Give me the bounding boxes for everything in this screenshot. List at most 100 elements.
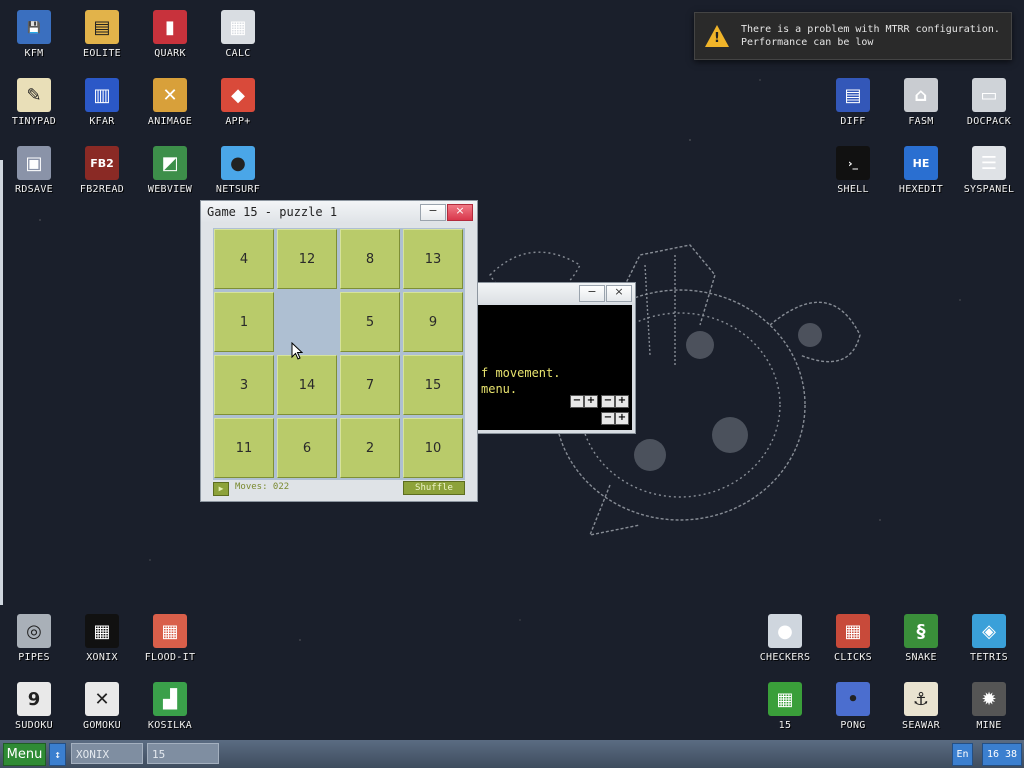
desktop-icon-shell[interactable]: ›_ SHELL [819,142,887,208]
flood-grid-icon: ▦ [153,614,187,648]
console-titlebar[interactable]: − × [475,283,635,303]
game15-status-bar: ▶ Moves: 022 Shuffle [213,481,465,496]
puzzle-tile-7[interactable]: 7 [340,355,400,415]
desktop-icon-docpack[interactable]: ▭ DOCPACK [955,74,1023,140]
desktop-icon-kosilka[interactable]: ▟ KOSILKA [136,678,204,744]
desktop-icon-fasm[interactable]: ⌂ FASM [887,74,955,140]
grid15-icon: ▦ [768,682,802,716]
console-minus-button-2[interactable]: − [601,395,615,408]
console-window[interactable]: − × f movement. menu. − + − + − + [474,282,636,434]
task-switch-arrow-button[interactable]: ↕ [49,743,66,766]
desktop-icon-xonix[interactable]: ▦ XONIX [68,610,136,676]
puzzle-tile-2[interactable]: 2 [340,418,400,478]
desktop-icon-checkers[interactable]: ● CHECKERS [751,610,819,676]
desktop-icon-label: FASM [908,116,934,127]
console-body: f movement. menu. − + − + − + [478,305,632,430]
puzzle-tile-9[interactable]: 9 [403,292,463,352]
desktop-icon-seawar[interactable]: ⚓ SEAWAR [887,678,955,744]
desktop-icon-label: SNAKE [905,652,937,663]
desktop-icon-kfar[interactable]: ▥ KFAR [68,74,136,140]
desktop-icon-label: RDSAVE [15,184,53,195]
desktop-icon-15[interactable]: ▦ 15 [751,678,819,744]
console-plus-button-1[interactable]: + [584,395,598,408]
puzzle-tile-11[interactable]: 11 [214,418,274,478]
keyboard-layout-indicator[interactable]: En [952,743,973,766]
cabinet-icon: ▭ [972,78,1006,112]
desktop-icon-webview[interactable]: ◩ WEBVIEW [136,142,204,208]
desktop-icon-label: MINE [976,720,1002,731]
desktop-icon-mine[interactable]: ✹ MINE [955,678,1023,744]
desktop-icon-label: TINYPAD [11,116,57,127]
desktop-icon-flood-it[interactable]: ▦ FLOOD-IT [136,610,204,676]
console-minus-button-1[interactable]: − [570,395,584,408]
snake-icon: § [904,614,938,648]
desktop-icon-gomoku[interactable]: ✕ GOMOKU [68,678,136,744]
game15-close-button[interactable]: × [447,204,473,221]
sudoku-icon: 9 [17,682,51,716]
desktop-icon-label: DIFF [840,116,866,127]
notepad-icon: ✎ [17,78,51,112]
puzzle-tile-13[interactable]: 13 [403,229,463,289]
desktop-icon-rdsave[interactable]: ▣ RDSAVE [0,142,68,208]
puzzle-tile-6[interactable]: 6 [277,418,337,478]
desktop-icon-kfm[interactable]: 💾 KFM [0,6,68,72]
shuffle-button[interactable]: Shuffle [403,481,465,495]
fb2-book-icon: FB2 [85,146,119,180]
puzzle-tile-14[interactable]: 14 [277,355,337,415]
puzzle-tile-15[interactable]: 15 [403,355,463,415]
puzzle-tile-3[interactable]: 3 [214,355,274,415]
puzzle-tile-4[interactable]: 4 [214,229,274,289]
console-plus-button-2[interactable]: + [615,395,629,408]
xonix-icon: ▦ [85,614,119,648]
desktop-icon-hexedit[interactable]: HE HEXEDIT [887,142,955,208]
desktop-icon-fb2read[interactable]: FB2 FB2READ [68,142,136,208]
desktop-icon-label: NETSURF [215,184,261,195]
desktop-icon-pong[interactable]: • PONG [819,678,887,744]
console-line-2: menu. [481,382,518,396]
taskbar-item-xonix[interactable]: XONIX [71,743,143,764]
play-icon[interactable]: ▶ [213,482,229,496]
puzzle-tile-10[interactable]: 10 [403,418,463,478]
menu-button[interactable]: Menu [3,743,46,766]
puzzle-tile-8[interactable]: 8 [340,229,400,289]
console-plus-button-3[interactable]: + [615,412,629,425]
desktop-icon-snake[interactable]: § SNAKE [887,610,955,676]
taskbar-item-15[interactable]: 15 [147,743,219,764]
desktop-icon-tinypad[interactable]: ✎ TINYPAD [0,74,68,140]
desktop-icon-app-[interactable]: ◆ APP+ [204,74,272,140]
desktop-icon-eolite[interactable]: ▤ EOLITE [68,6,136,72]
puzzle-tile-12[interactable]: 12 [277,229,337,289]
desktop-icon-clicks[interactable]: ▦ CLICKS [819,610,887,676]
disk-save-icon: ▣ [17,146,51,180]
console-minimize-button[interactable]: − [579,285,605,302]
desktop-icon-label: QUARK [154,48,186,59]
console-minus-button-3[interactable]: − [601,412,615,425]
desktop-icon-label: DOCPACK [966,116,1012,127]
diff-icon: ▤ [836,78,870,112]
desktop-icon-quark[interactable]: ▮ QUARK [136,6,204,72]
mouse-cursor-icon [291,342,303,360]
desktop-icon-diff[interactable]: ▤ DIFF [819,74,887,140]
desktop-icon-netsurf[interactable]: ● NETSURF [204,142,272,208]
game15-titlebar[interactable]: Game 15 - puzzle 1 − × [201,201,477,223]
desktop-icon-label: SHELL [837,184,869,195]
desktop-icon-label: 15 [778,720,792,731]
desktop-icon-animage[interactable]: ✕ ANIMAGE [136,74,204,140]
game15-minimize-button[interactable]: − [420,204,446,221]
puzzle-tile-1[interactable]: 1 [214,292,274,352]
desktop-icon-calc[interactable]: ▦ CALC [204,6,272,72]
mtrr-warning-notification[interactable]: ! There is a problem with MTRR configura… [694,12,1012,60]
clock[interactable]: 16 38 [982,743,1022,766]
desktop-icon-label: SYSPANEL [963,184,1015,195]
desktop-icon-syspanel[interactable]: ☰ SYSPANEL [955,142,1023,208]
floppy-icon: 💾 [17,10,51,44]
desktop-icon-sudoku[interactable]: 9 SUDOKU [0,678,68,744]
console-close-button[interactable]: × [606,285,632,302]
seawar-icon: ⚓ [904,682,938,716]
desktop-icon-pipes[interactable]: ◎ PIPES [0,610,68,676]
game15-window[interactable]: Game 15 - puzzle 1 − × 4 12 8 13 1 5 9 3 14 7 15 11… [200,200,478,502]
desktop-icon-tetris[interactable]: ◈ TETRIS [955,610,1023,676]
checkers-icon: ● [768,614,802,648]
desktop-icon-label: EOLITE [83,48,121,59]
puzzle-tile-5[interactable]: 5 [340,292,400,352]
